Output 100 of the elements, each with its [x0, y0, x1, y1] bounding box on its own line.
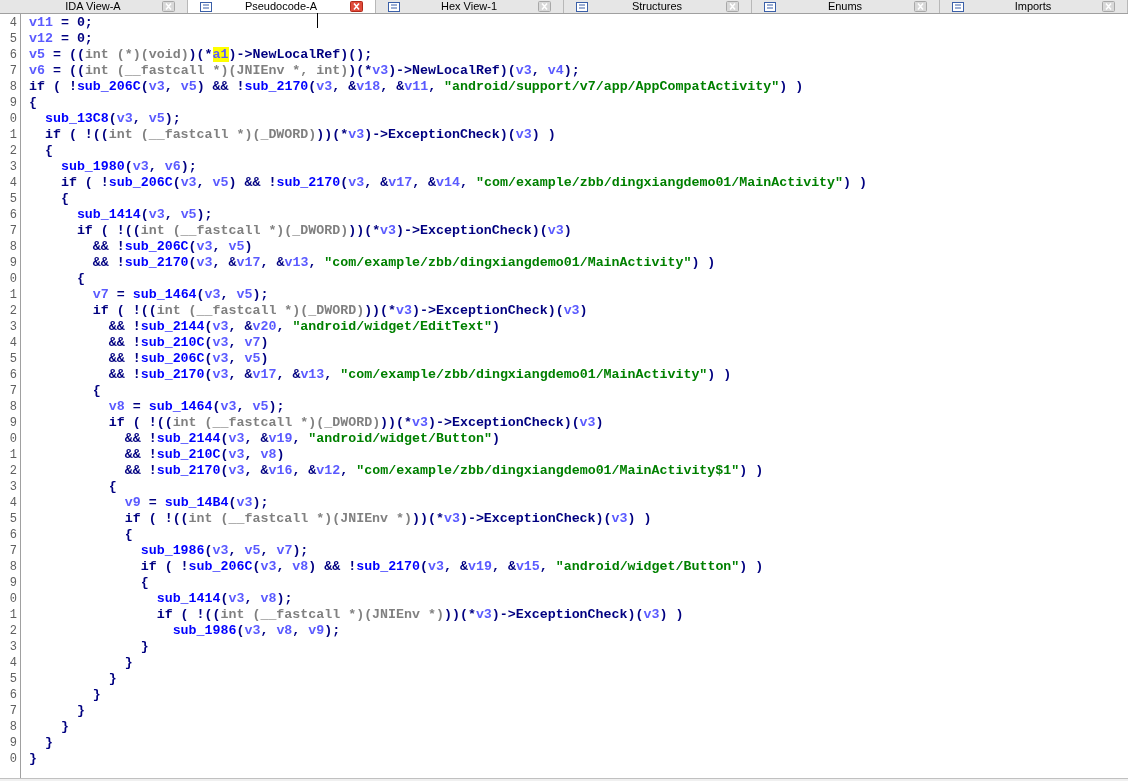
code-line: }	[107, 671, 117, 687]
line-number: 3	[8, 639, 18, 655]
code-line: }	[59, 719, 69, 735]
line-number: 4	[8, 655, 18, 671]
code-line: v6 = ((int (__fastcall *)(JNIEnv *, int))(*v3)->NewLocalRef)(v3, v4);	[29, 63, 580, 79]
code-line: v8 = sub_1464(v3, v5);	[107, 399, 285, 415]
line-number: 8	[8, 239, 18, 255]
line-number: 5	[8, 351, 18, 367]
line-number: 4	[8, 335, 18, 351]
code-line: v11 = 0;	[29, 15, 93, 31]
line-number: 0	[8, 111, 18, 127]
code-line: if ( !sub_206C(v3, v5) && !sub_2170(v3, &v17, &v14, "com/example/zbb/dingxiangdemo01/MainActivity") )	[59, 175, 867, 191]
line-number: 2	[8, 143, 18, 159]
code-line: v9 = sub_14B4(v3);	[123, 495, 269, 511]
line-number: 1	[8, 287, 18, 303]
code-line: sub_1414(v3, v5);	[75, 207, 213, 223]
line-number: 2	[8, 303, 18, 319]
tab[interactable]: Hex View-1	[376, 0, 564, 13]
line-number: 6	[8, 367, 18, 383]
code-line: if ( !((int (__fastcall *)(_DWORD)))(*v3)->ExceptionCheck)(v3)	[91, 303, 588, 319]
line-number: 0	[8, 591, 18, 607]
code-line: && !sub_210C(v3, v7)	[107, 335, 269, 351]
code-line: {	[107, 479, 117, 495]
code-line: && !sub_2144(v3, &v20, "android/widget/EditText")	[107, 319, 500, 335]
line-number: 4	[8, 15, 18, 31]
code-line: if ( !((int (__fastcall *)(JNIEnv *)))(*v3)->ExceptionCheck)(v3) )	[123, 511, 652, 527]
tab[interactable]: Structures	[564, 0, 752, 13]
code-line: && !sub_2170(v3, &v16, &v12, "com/example/zbb/dingxiangdemo01/MainActivity$1") )	[123, 463, 764, 479]
line-number: 7	[8, 703, 18, 719]
code-line: && !sub_206C(v3, v5)	[91, 239, 253, 255]
code-line: && !sub_2170(v3, &v17, &v13, "com/example/zbb/dingxiangdemo01/MainActivity") )	[107, 367, 732, 383]
line-number: 4	[8, 175, 18, 191]
line-number: 7	[8, 63, 18, 79]
line-number: 8	[8, 399, 18, 415]
code-line: }	[139, 639, 149, 655]
line-number: 3	[8, 159, 18, 175]
line-number: 2	[8, 623, 18, 639]
code-line: }	[75, 703, 85, 719]
line-number: 3	[8, 479, 18, 495]
code-line: && !sub_2144(v3, &v19, "android/widget/Button")	[123, 431, 500, 447]
line-number: 5	[8, 31, 18, 47]
code-line: if ( !((int (__fastcall *)(_DWORD)))(*v3)->ExceptionCheck)(v3)	[107, 415, 604, 431]
line-number: 1	[8, 607, 18, 623]
code-line: if ( !((int (__fastcall *)(_DWORD)))(*v3)->ExceptionCheck)(v3) )	[43, 127, 556, 143]
line-number: 1	[8, 447, 18, 463]
code-line: sub_1414(v3, v8);	[155, 591, 293, 607]
line-number: 7	[8, 383, 18, 399]
line-number: 1	[8, 127, 18, 143]
line-number: 0	[8, 271, 18, 287]
code-line: {	[123, 527, 133, 543]
line-number: 4	[8, 495, 18, 511]
line-number: 9	[8, 255, 18, 271]
line-number: 5	[8, 671, 18, 687]
code-line: }	[91, 687, 101, 703]
code-line: if ( !sub_206C(v3, v8) && !sub_2170(v3, &v19, &v15, "android/widget/Button") )	[139, 559, 764, 575]
line-number: 8	[8, 79, 18, 95]
line-number: 5	[8, 511, 18, 527]
line-number: 9	[8, 415, 18, 431]
code-line: if ( !((int (__fastcall *)(_DWORD)))(*v3)->ExceptionCheck)(v3)	[75, 223, 572, 239]
code-line: if ( !sub_206C(v3, v5) && !sub_2170(v3, &v18, &v11, "android/support/v7/app/AppCompatActivity") )	[29, 79, 804, 95]
close-icon[interactable]	[350, 1, 363, 12]
line-number: 8	[8, 719, 18, 735]
line-number: 5	[8, 191, 18, 207]
code-line: v5 = ((int (*)(void))(*a1)->NewLocalRef)();	[29, 47, 373, 63]
code-line: v12 = 0;	[29, 31, 93, 47]
line-number: 2	[8, 463, 18, 479]
line-number: 6	[8, 47, 18, 63]
line-number: 9	[8, 575, 18, 591]
code-line: if ( !((int (__fastcall *)(JNIEnv *)))(*v3)->ExceptionCheck)(v3) )	[155, 607, 684, 623]
line-number: 3	[8, 319, 18, 335]
code-line: sub_1986(v3, v8, v9);	[171, 623, 341, 639]
code-line: }	[123, 655, 133, 671]
tab[interactable]: Enums	[752, 0, 940, 13]
line-number: 9	[8, 735, 18, 751]
code-line: && !sub_206C(v3, v5)	[107, 351, 269, 367]
code-line: {	[43, 143, 53, 159]
line-number: 6	[8, 687, 18, 703]
code-line: v7 = sub_1464(v3, v5);	[91, 287, 269, 303]
code-line: {	[29, 95, 37, 111]
code-line: sub_1980(v3, v6);	[59, 159, 197, 175]
line-number: 6	[8, 527, 18, 543]
tab[interactable]: Imports	[940, 0, 1128, 13]
line-number: 6	[8, 207, 18, 223]
code-line: {	[91, 383, 101, 399]
code-line: sub_13C8(v3, v5);	[43, 111, 181, 127]
code-line: }	[43, 735, 53, 751]
tab[interactable]: Pseudocode-A	[188, 0, 376, 13]
code-line: {	[59, 191, 69, 207]
line-number: 7	[8, 223, 18, 239]
code-line: {	[139, 575, 149, 591]
code-line: }	[29, 751, 37, 767]
code-line: {	[75, 271, 85, 287]
tab[interactable]: IDA View-A	[0, 0, 188, 13]
text-cursor	[317, 13, 318, 28]
code-line: && !sub_2170(v3, &v17, &v13, "com/example/zbb/dingxiangdemo01/MainActivity") )	[91, 255, 716, 271]
code-line: && !sub_210C(v3, v8)	[123, 447, 285, 463]
line-number: 0	[8, 751, 18, 767]
line-number: 0	[8, 431, 18, 447]
line-number: 9	[8, 95, 18, 111]
line-number: 8	[8, 559, 18, 575]
